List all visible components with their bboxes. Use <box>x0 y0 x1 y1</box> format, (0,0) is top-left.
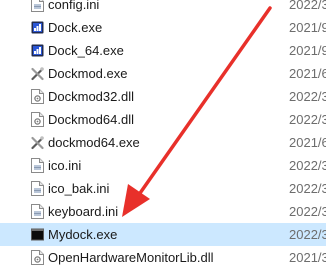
file-row[interactable]: Dockmod32.dll 2022/3 <box>0 85 326 108</box>
file-name: OpenHardwareMonitorLib.dll <box>48 250 214 265</box>
dll-file-icon <box>31 112 44 127</box>
file-name: Dockmod.exe <box>48 66 128 81</box>
dll-file-icon <box>31 89 44 104</box>
file-name: Dockmod32.dll <box>48 89 134 104</box>
ini-file-icon <box>31 0 44 12</box>
file-row[interactable]: Mydock.exe 2022/3 <box>0 223 326 246</box>
file-name: Dock.exe <box>48 20 103 35</box>
file-date: 2022/3 <box>289 112 326 127</box>
file-row[interactable]: OpenHardwareMonitorLib.dll 2021/3 <box>0 246 326 269</box>
file-date: 2022/3 <box>289 181 326 196</box>
file-date: 2021/6 <box>289 135 326 150</box>
file-row[interactable]: Dock.exe 2021/9 <box>0 16 326 39</box>
dll-file-icon <box>31 250 44 265</box>
file-name: ico_bak.ini <box>48 181 110 196</box>
file-row[interactable]: dockmod64.exe 2021/6 <box>0 131 326 154</box>
file-row[interactable]: config.ini 2022/3 <box>0 0 326 16</box>
file-list: config.ini 2022/3 Dock.exe 2021/9 Dock_64.ex… <box>0 0 326 269</box>
console-app-icon <box>31 227 44 242</box>
tools-app-icon <box>31 66 44 81</box>
file-date: 2022/3 <box>289 227 326 242</box>
file-date: 2022/3 <box>289 0 326 12</box>
file-row[interactable]: Dockmod64.dll 2022/3 <box>0 108 326 131</box>
file-date: 2022/3 <box>289 89 326 104</box>
exe-app-icon <box>31 20 44 35</box>
exe-app-icon <box>31 43 44 58</box>
file-date: 2022/3 <box>289 158 326 173</box>
file-row[interactable]: ico.ini 2022/3 <box>0 154 326 177</box>
file-date: 2021/9 <box>289 20 326 35</box>
file-name: Mydock.exe <box>48 227 118 242</box>
file-name: ico.ini <box>48 158 82 173</box>
ini-file-icon <box>31 181 44 196</box>
file-name: keyboard.ini <box>48 204 119 219</box>
ini-file-icon <box>31 158 44 173</box>
file-date: 2021/9 <box>289 43 326 58</box>
file-name: config.ini <box>48 0 100 12</box>
file-date: 2021/3 <box>289 250 326 265</box>
file-date: 2021/6 <box>289 66 326 81</box>
file-row[interactable]: Dockmod.exe 2021/6 <box>0 62 326 85</box>
file-row[interactable]: ico_bak.ini 2022/3 <box>0 177 326 200</box>
file-row[interactable]: Dock_64.exe 2021/9 <box>0 39 326 62</box>
ini-file-icon <box>31 204 44 219</box>
tools-app-icon <box>31 135 44 150</box>
file-name: Dock_64.exe <box>48 43 124 58</box>
file-name: dockmod64.exe <box>48 135 140 150</box>
file-row[interactable]: keyboard.ini 2022/3 <box>0 200 326 223</box>
file-name: Dockmod64.dll <box>48 112 134 127</box>
file-date: 2022/3 <box>289 204 326 219</box>
